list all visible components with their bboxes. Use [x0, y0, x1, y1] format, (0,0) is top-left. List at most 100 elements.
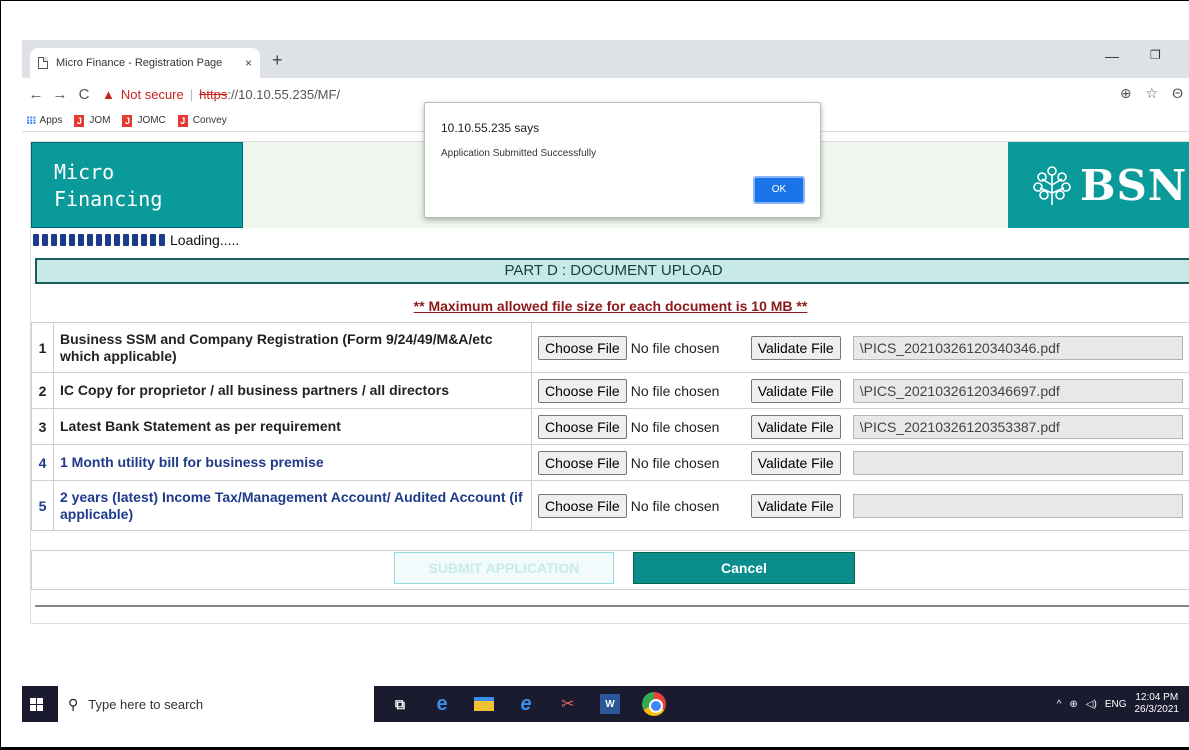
row-number: 2: [31, 372, 54, 409]
document-description: Business SSM and Company Registration (F…: [53, 322, 532, 373]
action-buttons-row: SUBMIT APPLICATION Cancel: [31, 550, 1189, 590]
windows-logo-icon: [29, 697, 43, 711]
chevron-up-icon[interactable]: ^: [1057, 699, 1062, 710]
task-view-icon[interactable]: ⧉: [390, 694, 410, 714]
bookmark-star-icon[interactable]: ☆: [1146, 85, 1159, 102]
reload-button[interactable]: C: [72, 86, 96, 103]
taskbar: ⚲ Type here to search ⧉ e e ✂ W ^ ⊕ ◁) E…: [22, 686, 1189, 722]
apps-grid-icon: ⁝⁝⁝: [26, 115, 37, 127]
bsn-logo: BSN: [1008, 142, 1189, 228]
uploaded-file-path: \PICS_20210326120346697.pdf: [852, 378, 1183, 403]
loading-indicator: Loading.....: [33, 232, 239, 248]
file-size-note: ** Maximum allowed file size for each do…: [413, 298, 808, 314]
bookmark-jomc[interactable]: J JOMC: [122, 114, 166, 127]
page-icon: [38, 57, 48, 69]
bookmark-convey[interactable]: J Convey: [177, 114, 227, 127]
upload-controls: Choose File No file chosen Validate File…: [531, 408, 1189, 445]
file-input-group: Choose File No file chosen Validate File…: [538, 414, 1189, 439]
j-favicon-icon: J: [122, 114, 133, 127]
choose-file-button[interactable]: Choose File: [538, 450, 627, 475]
forward-button[interactable]: →: [48, 86, 72, 103]
browser-tab[interactable]: Micro Finance - Registration Page ×: [30, 48, 260, 78]
back-button[interactable]: ←: [24, 86, 48, 103]
internet-explorer-icon[interactable]: e: [516, 693, 536, 715]
cancel-button[interactable]: Cancel: [633, 552, 855, 584]
uploaded-file-path: [852, 493, 1183, 518]
bookmark-label: Apps: [39, 115, 63, 126]
minimize-button[interactable]: —: [1105, 48, 1119, 64]
validate-file-button[interactable]: Validate File: [750, 378, 841, 403]
taskbar-apps: ⧉ e e ✂ W: [390, 692, 666, 716]
loading-bar-segment: [132, 234, 138, 246]
taskbar-search[interactable]: ⚲ Type here to search: [58, 686, 374, 722]
row-number: 5: [31, 480, 54, 531]
document-description: Latest Bank Statement as per requirement: [53, 408, 532, 445]
no-file-label: No file chosen: [630, 418, 720, 435]
search-icon: ⚲: [68, 695, 79, 712]
loading-bar-segment: [69, 234, 75, 246]
profile-icon[interactable]: Θ: [1172, 85, 1183, 102]
choose-file-button[interactable]: Choose File: [538, 493, 627, 518]
snipping-tool-icon[interactable]: ✂: [558, 694, 578, 714]
document-description: 2 years (latest) Income Tax/Management A…: [53, 480, 532, 531]
title-line-1: Micro: [54, 160, 115, 184]
file-input-group: Choose File No file chosen Validate File…: [538, 335, 1189, 360]
start-button[interactable]: [22, 686, 50, 722]
document-upload-table: 1 Business SSM and Company Registration …: [31, 322, 1189, 531]
uploaded-file-path: \PICS_20210326120340346.pdf: [852, 335, 1183, 360]
restore-button[interactable]: ❐: [1150, 48, 1161, 62]
dialog-title: 10.10.55.235 says: [441, 121, 540, 135]
submit-application-button[interactable]: SUBMIT APPLICATION: [394, 552, 614, 584]
loading-bar-segment: [78, 234, 84, 246]
bookmark-label: JOMC: [137, 115, 166, 126]
ok-button[interactable]: OK: [753, 176, 805, 204]
tab-bar: Micro Finance - Registration Page × + — …: [22, 40, 1189, 78]
validate-file-button[interactable]: Validate File: [750, 414, 841, 439]
bookmark-label: JOM: [89, 115, 111, 126]
tab-title: Micro Finance - Registration Page: [56, 57, 223, 69]
clock-time: 12:04 PM: [1135, 692, 1179, 703]
search-placeholder: Type here to search: [88, 696, 204, 712]
clock[interactable]: 12:04 PM 26/3/2021: [1135, 692, 1180, 716]
validate-file-button[interactable]: Validate File: [750, 450, 841, 475]
validate-file-button[interactable]: Validate File: [750, 335, 841, 360]
document-description: IC Copy for proprietor / all business pa…: [53, 372, 532, 409]
table-row: 2 IC Copy for proprietor / all business …: [31, 372, 1189, 409]
bookmark-jom[interactable]: J JOM: [74, 114, 111, 127]
uploaded-file-path: \PICS_20210326120353387.pdf: [852, 414, 1183, 439]
validate-file-button[interactable]: Validate File: [750, 493, 841, 518]
url-path: ://10.10.55.235/MF/: [227, 86, 341, 102]
edge-icon[interactable]: e: [432, 693, 452, 715]
loading-bar-segment: [87, 234, 93, 246]
zoom-icon[interactable]: ⊕: [1120, 85, 1132, 102]
choose-file-button[interactable]: Choose File: [538, 414, 627, 439]
loading-bar-segment: [114, 234, 120, 246]
bookmark-apps[interactable]: ⁝⁝⁝ Apps: [26, 114, 62, 127]
row-number: 1: [31, 322, 54, 373]
bsn-tree-icon: [1033, 166, 1071, 205]
file-input-group: Choose File No file chosen Validate File…: [538, 378, 1189, 403]
no-file-label: No file chosen: [630, 454, 720, 471]
j-favicon-icon: J: [74, 114, 85, 127]
new-tab-button[interactable]: +: [272, 50, 283, 71]
network-icon[interactable]: ⊕: [1069, 699, 1077, 710]
section-header: PART D : DOCUMENT UPLOAD: [35, 258, 1189, 284]
word-icon[interactable]: W: [600, 694, 620, 714]
loading-bar-segment: [96, 234, 102, 246]
not-secure-label: Not secure: [120, 86, 184, 102]
choose-file-button[interactable]: Choose File: [538, 378, 627, 403]
chrome-icon[interactable]: [642, 692, 666, 716]
tab-close-icon[interactable]: ×: [245, 56, 252, 70]
bookmark-label: Convey: [192, 115, 227, 126]
choose-file-button[interactable]: Choose File: [538, 335, 627, 360]
language-indicator[interactable]: ENG: [1105, 699, 1127, 710]
loading-bar-segment: [60, 234, 66, 246]
no-file-label: No file chosen: [630, 382, 720, 399]
file-explorer-icon[interactable]: [474, 697, 494, 711]
loading-bar-segment: [105, 234, 111, 246]
upload-controls: Choose File No file chosen Validate File…: [531, 322, 1189, 373]
volume-icon[interactable]: ◁): [1086, 699, 1097, 710]
file-input-group: Choose File No file chosen Validate File: [538, 493, 1189, 518]
address-bar[interactable]: ▲ Not secure | https ://10.10.55.235/MF/: [102, 82, 340, 106]
loading-text: Loading.....: [170, 232, 240, 248]
